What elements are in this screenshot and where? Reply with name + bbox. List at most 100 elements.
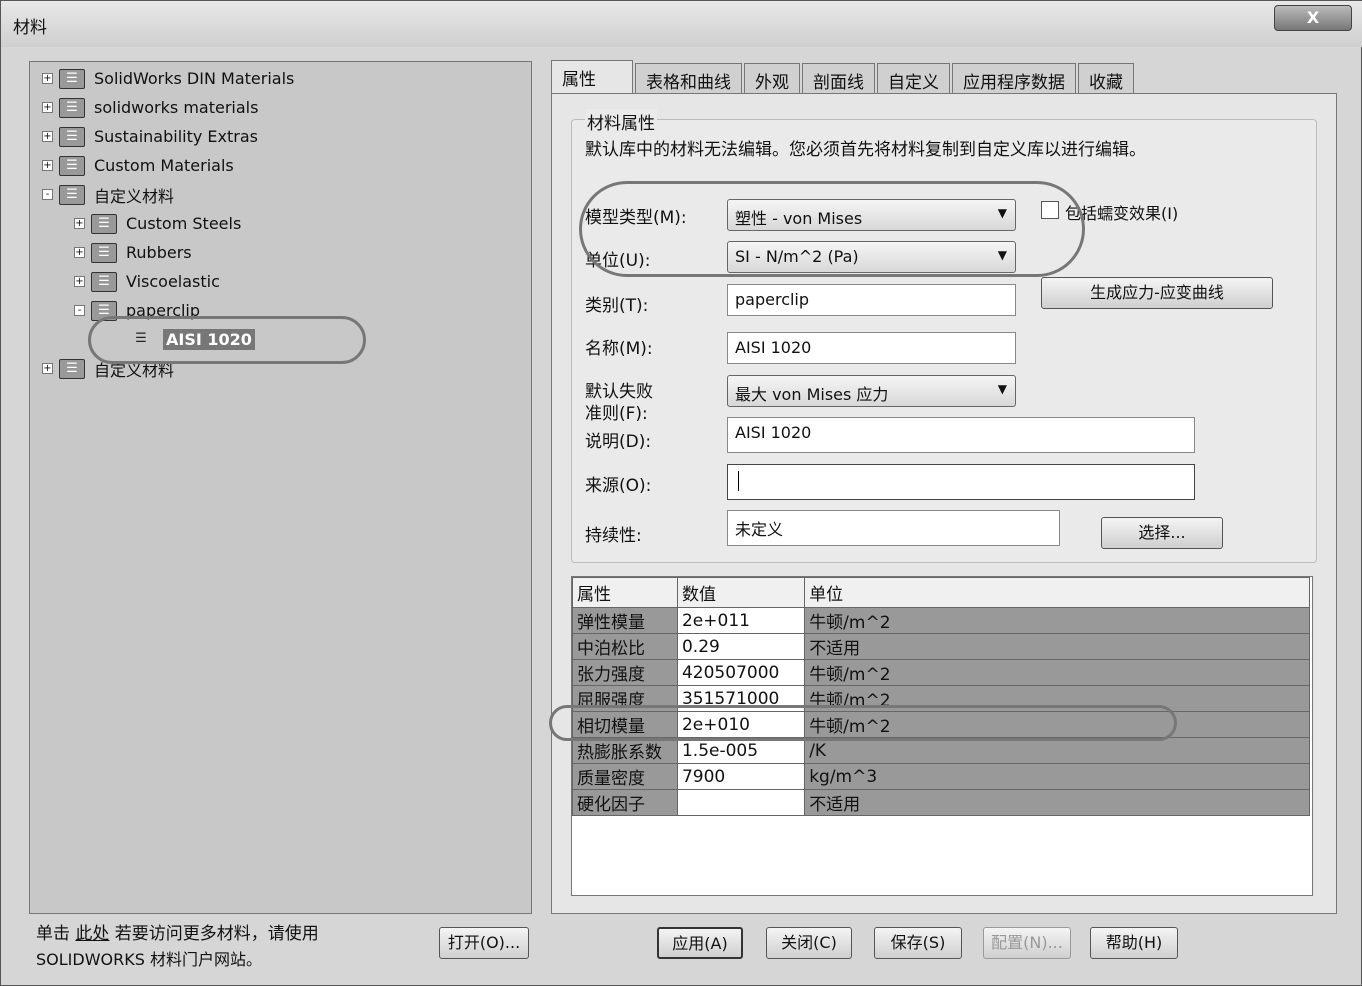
expand-icon[interactable]: + <box>42 102 53 113</box>
name-label: 名称(M): <box>585 339 653 359</box>
tab-bar: 属性 表格和曲线 外观 剖面线 自定义 应用程序数据 收藏 <box>551 60 1136 94</box>
table-row[interactable]: 弹性模量 2e+011 牛顿/m^2 <box>572 607 1310 634</box>
property-name: 热膨胀系数 <box>572 737 678 764</box>
property-unit: 不适用 <box>804 789 1310 816</box>
tree-item[interactable]: + ☰ solidworks materials <box>42 93 294 122</box>
group-title: 材料属性 <box>585 109 657 134</box>
tree-item-label: Sustainability Extras <box>94 127 258 146</box>
tree-item[interactable]: + ☰ Custom Steels <box>42 209 294 238</box>
sustainability-field: 未定义 <box>727 510 1060 546</box>
select-button[interactable]: 选择... <box>1101 517 1223 549</box>
column-header[interactable]: 数值 <box>676 577 806 608</box>
tree-item[interactable]: + ☰ Custom Materials <box>42 151 294 180</box>
material-tree[interactable]: + ☰ SolidWorks DIN Materials + ☰ solidworks m… <box>29 61 532 914</box>
folder-library-icon: ☰ <box>59 97 85 118</box>
expand-icon[interactable]: + <box>74 276 85 287</box>
failure-criterion-select[interactable]: 最大 von Mises 应力 ▼ <box>727 375 1016 407</box>
tab-2[interactable]: 外观 <box>744 63 800 93</box>
highlight-annotation <box>579 181 1085 277</box>
column-header[interactable]: 属性 <box>572 577 678 608</box>
collapse-icon[interactable]: - <box>74 305 85 316</box>
text-cursor <box>738 471 739 491</box>
failure-label-2: 准则(F): <box>585 404 648 424</box>
table-row[interactable]: 热膨胀系数 1.5e-005/K <box>572 737 1310 764</box>
category-label: 类别(T): <box>585 296 649 316</box>
folder-library-icon: ☰ <box>59 126 85 147</box>
property-name: 张力强度 <box>572 659 678 686</box>
collapse-icon[interactable]: - <box>42 189 53 200</box>
column-header[interactable]: 单位 <box>804 577 1310 608</box>
tab-6[interactable]: 收藏 <box>1078 63 1134 93</box>
description-field[interactable]: AISI 1020 <box>727 417 1195 453</box>
property-name: 弹性模量 <box>572 607 678 634</box>
chevron-down-icon: ▼ <box>997 382 1007 396</box>
highlight-annotation <box>549 705 1177 741</box>
table-row[interactable]: 张力强度 420507000 牛顿/m^2 <box>572 659 1310 686</box>
table-row[interactable]: 硬化因子 不适用 <box>572 789 1310 816</box>
property-value[interactable]: 0.29 <box>676 633 806 660</box>
tab-1[interactable]: 表格和曲线 <box>635 63 742 93</box>
tree-item[interactable]: + ☰ Viscoelastic <box>42 267 294 296</box>
folder-library-icon: ☰ <box>91 242 117 263</box>
description-label: 说明(D): <box>585 432 652 452</box>
table-row[interactable]: 质量密度 7900 kg/m^3 <box>572 763 1310 790</box>
highlight-annotation <box>88 316 366 364</box>
name-field[interactable]: AISI 1020 <box>727 332 1016 364</box>
property-value[interactable] <box>676 789 806 816</box>
materials-dialog: 材料 X + ☰ SolidWorks DIN Materials + ☰ solidwo… <box>0 0 1362 986</box>
table-row[interactable]: 中泊松比 0.29 不适用 <box>572 633 1310 660</box>
save-button[interactable]: 保存(S) <box>874 927 962 959</box>
expand-icon[interactable]: + <box>74 218 85 229</box>
title-bar: 材料 X <box>1 1 1362 47</box>
tab-5[interactable]: 应用程序数据 <box>952 63 1076 93</box>
source-field[interactable] <box>727 464 1195 500</box>
tree-item-label: Viscoelastic <box>126 272 220 291</box>
property-unit: /K <box>804 737 1310 764</box>
property-value[interactable]: 1.5e-005 <box>676 737 806 764</box>
tree-item-label: SolidWorks DIN Materials <box>94 69 295 88</box>
folder-library-icon: ☰ <box>59 184 85 205</box>
property-name: 硬化因子 <box>572 789 678 816</box>
close-dialog-button[interactable]: 关闭(C) <box>766 927 852 959</box>
property-name: 中泊松比 <box>572 633 678 660</box>
property-name: 质量密度 <box>572 763 678 790</box>
source-label: 来源(O): <box>585 476 652 496</box>
expand-icon[interactable]: + <box>42 131 53 142</box>
expand-icon[interactable]: + <box>74 247 85 258</box>
category-field[interactable]: paperclip <box>727 284 1016 316</box>
help-button[interactable]: 帮助(H) <box>1090 927 1178 959</box>
hint-text: 若要访问更多材料，请使用 <box>109 924 319 944</box>
expand-icon[interactable]: + <box>42 363 53 374</box>
property-unit: kg/m^3 <box>804 763 1310 790</box>
failure-value: 最大 von Mises 应力 <box>735 385 889 404</box>
tree-item[interactable]: - ☰ 自定义材料 <box>42 180 294 209</box>
property-unit: 不适用 <box>804 633 1310 660</box>
expand-icon[interactable]: + <box>42 73 53 84</box>
tree-item[interactable]: + ☰ Rubbers <box>42 238 294 267</box>
folder-library-icon: ☰ <box>91 271 117 292</box>
tree-item-label: Custom Materials <box>94 156 234 175</box>
stress-strain-button[interactable]: 生成应力-应变曲线 <box>1041 277 1273 309</box>
tree-item-label: solidworks materials <box>94 98 259 117</box>
property-value[interactable]: 420507000 <box>676 659 806 686</box>
hint-line-2: SOLIDWORKS 材料门户网站。 <box>36 950 262 969</box>
property-unit: 牛顿/m^2 <box>804 659 1310 686</box>
property-value[interactable]: 2e+011 <box>676 607 806 634</box>
close-button[interactable]: X <box>1274 5 1352 31</box>
portal-hint: 单击 此处 若要访问更多材料，请使用 <box>36 919 319 944</box>
tab-4[interactable]: 自定义 <box>877 63 950 93</box>
property-unit: 牛顿/m^2 <box>804 607 1310 634</box>
window-title: 材料 <box>13 18 47 38</box>
tree-item[interactable]: + ☰ Sustainability Extras <box>42 122 294 151</box>
expand-icon[interactable]: + <box>42 160 53 171</box>
tree-item-label: 自定义材料 <box>94 186 175 206</box>
folder-library-icon: ☰ <box>59 68 85 89</box>
here-link[interactable]: 此处 <box>75 924 109 944</box>
folder-library-icon: ☰ <box>91 213 117 234</box>
tab-3[interactable]: 剖面线 <box>802 63 875 93</box>
tab-0[interactable]: 属性 <box>551 60 633 93</box>
property-value[interactable]: 7900 <box>676 763 806 790</box>
apply-button[interactable]: 应用(A) <box>657 927 743 959</box>
tree-item[interactable]: + ☰ SolidWorks DIN Materials <box>42 64 294 93</box>
open-button[interactable]: 打开(O)... <box>439 927 529 959</box>
